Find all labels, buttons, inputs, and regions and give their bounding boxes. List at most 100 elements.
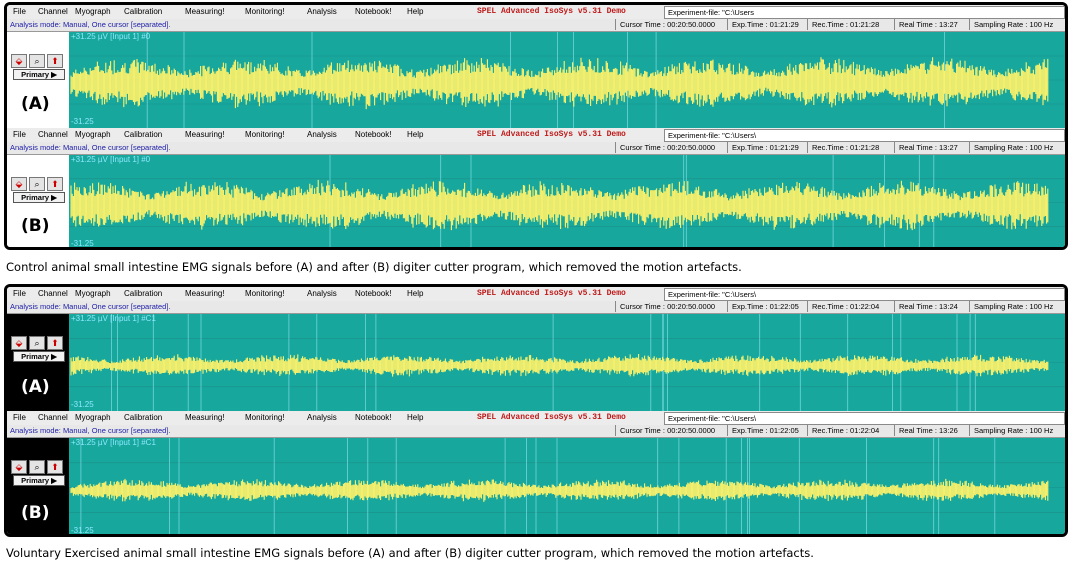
menu-item[interactable]: Notebook! xyxy=(355,7,391,16)
primary-button[interactable]: Primary ▶ xyxy=(13,475,65,486)
emg-plot[interactable] xyxy=(69,155,1065,250)
scale-top-label: +31.25 µV [Input 1] #0 xyxy=(71,32,151,41)
menu-item[interactable]: Monitoring! xyxy=(245,130,285,139)
record-icon[interactable]: ⬙ xyxy=(11,460,27,474)
experiment-file-field[interactable]: Experiment-file: "C:\Users\ xyxy=(664,129,1065,142)
panel-letter: (B) xyxy=(21,216,50,236)
emg-plot[interactable] xyxy=(69,314,1065,411)
menu-item[interactable]: Calibration xyxy=(124,130,162,139)
menu-item[interactable]: Calibration xyxy=(124,289,162,298)
app-title: SPEL Advanced IsoSys v5.31 Demo xyxy=(477,130,626,139)
record-icon[interactable]: ⬙ xyxy=(11,177,27,191)
menu-item[interactable]: Analysis xyxy=(307,130,337,139)
menu-item[interactable]: Monitoring! xyxy=(245,7,285,16)
menu-item[interactable]: Notebook! xyxy=(355,130,391,139)
status-sampling-rate: Sampling Rate : 100 Hz xyxy=(969,425,1053,436)
scale-top-label: +31.25 µV [Input 1] #0 xyxy=(71,155,151,164)
menu-item[interactable]: Help xyxy=(407,130,423,139)
status-bar: Analysis mode: Manual, One cursor [separ… xyxy=(7,301,1065,314)
menu-item[interactable]: Measuring! xyxy=(185,130,225,139)
menu-item[interactable]: Channel xyxy=(38,130,68,139)
analysis-mode: Analysis mode: Manual, One cursor [separ… xyxy=(10,426,171,435)
primary-button[interactable]: Primary ▶ xyxy=(13,192,65,203)
emg-plot[interactable] xyxy=(69,438,1065,537)
figure-caption: Control animal small intestine EMG signa… xyxy=(6,260,742,274)
status-exp-time: Exp.Time : 01:21:29 xyxy=(727,19,799,30)
menu-item[interactable]: File xyxy=(13,7,26,16)
scale-top-label: +31.25 µV [Input 1] #C1 xyxy=(71,438,156,447)
panel-a: File Channel Myograph Calibration Measuring!… xyxy=(7,5,1065,128)
arrow-up-icon[interactable]: ⬆ xyxy=(47,336,63,350)
menu-item[interactable]: Notebook! xyxy=(355,289,391,298)
emg-plot[interactable] xyxy=(69,32,1065,128)
arrow-up-icon[interactable]: ⬆ xyxy=(47,460,63,474)
status-rec-time: Rec.Time : 01:22:04 xyxy=(807,301,879,312)
status-cursor-time: Cursor Time : 00:20:50.0000 xyxy=(615,142,715,153)
status-exp-time: Exp.Time : 01:22:05 xyxy=(727,301,799,312)
menu-item[interactable]: Monitoring! xyxy=(245,413,285,422)
app-title: SPEL Advanced IsoSys v5.31 Demo xyxy=(477,289,626,298)
menu-item[interactable]: Help xyxy=(407,289,423,298)
status-real-time: Real Time : 13:27 xyxy=(894,142,958,153)
menu-item[interactable]: Monitoring! xyxy=(245,289,285,298)
scale-bottom-label: -31.25 xyxy=(71,117,94,126)
menu-item[interactable]: Channel xyxy=(38,289,68,298)
menu-item[interactable]: File xyxy=(13,130,26,139)
menu-item[interactable]: Analysis xyxy=(307,413,337,422)
menu-item[interactable]: Analysis xyxy=(307,289,337,298)
menu-item[interactable]: Channel xyxy=(38,413,68,422)
record-icon[interactable]: ⬙ xyxy=(11,336,27,350)
status-sampling-rate: Sampling Rate : 100 Hz xyxy=(969,19,1053,30)
status-cursor-time: Cursor Time : 00:20:50.0000 xyxy=(615,425,715,436)
app-title: SPEL Advanced IsoSys v5.31 Demo xyxy=(477,413,626,422)
zoom-icon[interactable]: ⌕ xyxy=(29,460,45,474)
zoom-icon[interactable]: ⌕ xyxy=(29,177,45,191)
menu-item[interactable]: Notebook! xyxy=(355,413,391,422)
status-real-time: Real Time : 13:27 xyxy=(894,19,958,30)
menu-item[interactable]: Help xyxy=(407,7,423,16)
status-bar: Analysis mode: Manual, One cursor [separ… xyxy=(7,425,1065,438)
status-bar: Analysis mode: Manual, One cursor [separ… xyxy=(7,142,1065,155)
menu-bar: File Channel Myograph Calibration Measuring!… xyxy=(7,128,1065,143)
menu-item[interactable]: File xyxy=(13,413,26,422)
analysis-mode: Analysis mode: Manual, One cursor [separ… xyxy=(10,302,171,311)
status-rec-time: Rec.Time : 01:21:28 xyxy=(807,142,879,153)
menu-item[interactable]: Myograph xyxy=(75,413,111,422)
record-icon[interactable]: ⬙ xyxy=(11,54,27,68)
status-bar: Analysis mode: Manual, One cursor [separ… xyxy=(7,19,1065,32)
channel-controls: ⬙ ⌕ ⬆ Primary ▶ (A) xyxy=(7,314,69,411)
menu-item[interactable]: Myograph xyxy=(75,7,111,16)
panel-letter: (A) xyxy=(21,377,50,397)
experiment-file-field[interactable]: Experiment-file: "C:\Users\ xyxy=(664,288,1065,301)
menu-item[interactable]: Myograph xyxy=(75,289,111,298)
status-rec-time: Rec.Time : 01:21:28 xyxy=(807,19,879,30)
zoom-icon[interactable]: ⌕ xyxy=(29,336,45,350)
menu-item[interactable]: Analysis xyxy=(307,7,337,16)
panel-b: File Channel Myograph Calibration Measuring!… xyxy=(7,411,1065,537)
menu-item[interactable]: Calibration xyxy=(124,7,162,16)
status-cursor-time: Cursor Time : 00:20:50.0000 xyxy=(615,19,715,30)
menu-item[interactable]: Channel xyxy=(38,7,68,16)
zoom-icon[interactable]: ⌕ xyxy=(29,54,45,68)
primary-button[interactable]: Primary ▶ xyxy=(13,351,65,362)
figure-caption: Voluntary Exercised animal small intesti… xyxy=(6,546,814,560)
status-cursor-time: Cursor Time : 00:20:50.0000 xyxy=(615,301,715,312)
scale-bottom-label: -31.25 xyxy=(71,400,94,409)
arrow-up-icon[interactable]: ⬆ xyxy=(47,177,63,191)
menu-item[interactable]: Measuring! xyxy=(185,289,225,298)
primary-button[interactable]: Primary ▶ xyxy=(13,69,65,80)
menu-item[interactable]: Myograph xyxy=(75,130,111,139)
experiment-file-field[interactable]: Experiment-file: "C:\Users xyxy=(664,6,1065,19)
menu-item[interactable]: File xyxy=(13,289,26,298)
channel-controls: ⬙ ⌕ ⬆ Primary ▶ (B) xyxy=(7,155,69,247)
menu-item[interactable]: Help xyxy=(407,413,423,422)
menu-item[interactable]: Calibration xyxy=(124,413,162,422)
figure-control: File Channel Myograph Calibration Measuring!… xyxy=(4,2,1068,250)
menu-item[interactable]: Measuring! xyxy=(185,413,225,422)
scale-top-label: +31.25 µV [Input 1] #C1 xyxy=(71,314,156,323)
experiment-file-field[interactable]: Experiment-file: "C:\Users\ xyxy=(664,412,1065,425)
menu-item[interactable]: Measuring! xyxy=(185,7,225,16)
menu-bar: File Channel Myograph Calibration Measuring!… xyxy=(7,5,1065,20)
panel-b: File Channel Myograph Calibration Measuring!… xyxy=(7,128,1065,250)
arrow-up-icon[interactable]: ⬆ xyxy=(47,54,63,68)
